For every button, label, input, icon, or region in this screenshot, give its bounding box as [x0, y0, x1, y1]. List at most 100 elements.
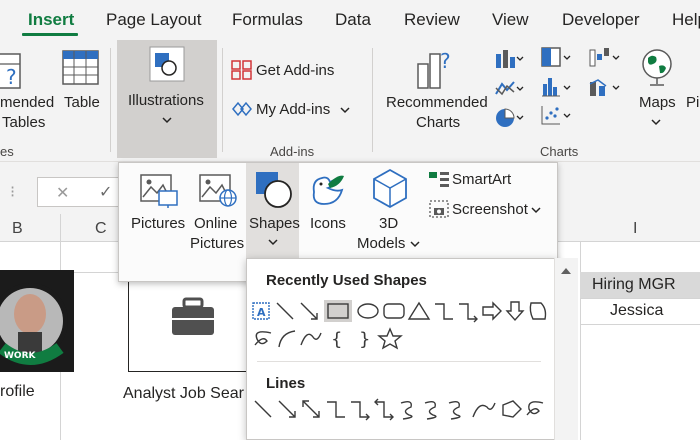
rounded-rectangle-shape-icon[interactable]	[383, 303, 405, 319]
line-shape-icon[interactable]	[276, 302, 294, 320]
column-chart-icon[interactable]	[494, 48, 524, 70]
recommended-charts-icon[interactable]: ?	[414, 46, 456, 90]
gallery-scrollbar[interactable]	[554, 258, 578, 440]
curve-shape-icon[interactable]	[300, 332, 322, 346]
online-pictures-label-1[interactable]: Online	[194, 215, 237, 232]
profile-label: rofile	[0, 383, 35, 400]
curved-double-arrow-connector-shape-icon[interactable]	[448, 400, 461, 420]
tables-group-label: es	[0, 144, 14, 159]
shapes-icon	[256, 172, 292, 208]
arc-shape-icon[interactable]	[278, 330, 296, 348]
icons-button[interactable]: Icons	[310, 215, 346, 232]
pictures-button[interactable]: Pictures	[131, 215, 185, 232]
arrow-shape-icon[interactable]	[300, 302, 318, 320]
scroll-up-arrow-icon[interactable]	[560, 266, 572, 276]
column-header-i[interactable]: I	[633, 220, 637, 238]
left-brace-shape-icon[interactable]: {	[331, 329, 342, 350]
freeform-scribble-shape-icon[interactable]	[254, 331, 272, 346]
pie-chart-icon[interactable]	[494, 106, 524, 130]
row-gridline	[580, 324, 700, 325]
screenshot-icon[interactable]	[428, 199, 450, 219]
recommended-charts-label-1[interactable]: Recommended	[386, 94, 488, 111]
right-arrow-shape-icon[interactable]	[482, 301, 502, 321]
my-addins-button[interactable]: My Add-ins	[256, 101, 330, 118]
elbow-double-arrow-connector-shape-icon[interactable]	[374, 398, 394, 421]
table-icon[interactable]	[62, 50, 100, 86]
row-gridline	[580, 298, 700, 299]
column-header-c[interactable]: C	[95, 220, 107, 238]
cancel-icon[interactable]: ✕	[56, 183, 69, 203]
group-separator	[372, 48, 373, 152]
oval-shape-icon[interactable]	[357, 303, 379, 319]
smartart-button[interactable]: SmartArt	[452, 171, 511, 188]
chevron-down-icon[interactable]	[651, 118, 661, 126]
illustrations-button[interactable]: Illustrations	[117, 40, 217, 158]
online-pictures-icon[interactable]	[198, 173, 238, 209]
screenshot-button[interactable]: Screenshot	[452, 201, 528, 218]
tab-data[interactable]: Data	[335, 10, 371, 30]
maps-label[interactable]: Maps	[639, 94, 676, 111]
elbow-arrow-connector-shape-icon[interactable]	[351, 401, 370, 421]
smartart-icon[interactable]	[428, 170, 450, 188]
ribbon: ? mended Tables Table es Illustrations G…	[0, 40, 700, 162]
get-addins-button[interactable]: Get Add-ins	[256, 62, 334, 79]
flowchart-shape-icon[interactable]	[529, 302, 547, 320]
3d-models-label-2[interactable]: Models	[357, 235, 405, 252]
svg-text:A: A	[257, 306, 266, 319]
chevron-down-icon	[162, 117, 172, 124]
text-box-shape-icon[interactable]: A	[252, 302, 270, 320]
down-arrow-shape-icon[interactable]	[505, 301, 525, 322]
chevron-down-icon[interactable]	[531, 206, 541, 214]
enter-icon[interactable]: ✓	[99, 182, 112, 202]
tab-formulas[interactable]: Formulas	[232, 10, 303, 30]
column-header-b[interactable]: B	[12, 220, 23, 238]
recommended-charts-label-2[interactable]: Charts	[416, 114, 460, 131]
my-addins-icon[interactable]	[231, 99, 253, 119]
right-brace-shape-icon[interactable]: }	[359, 329, 370, 350]
line-chart-icon[interactable]	[494, 78, 524, 100]
profile-photo[interactable]: WORK	[0, 270, 74, 372]
elbow-arrow-connector-shape-icon[interactable]	[459, 303, 478, 323]
get-addins-icon[interactable]	[231, 60, 253, 80]
maps-icon[interactable]	[640, 48, 674, 88]
freeform-shape-icon[interactable]	[502, 400, 522, 418]
tab-insert[interactable]: Insert	[28, 10, 74, 30]
statistic-chart-icon[interactable]	[540, 76, 572, 100]
elbow-connector-shape-icon[interactable]	[435, 303, 453, 320]
table-button-label[interactable]: Table	[64, 94, 100, 111]
waterfall-chart-icon[interactable]	[588, 46, 622, 70]
line-shape-icon[interactable]	[254, 400, 272, 418]
chevron-down-icon[interactable]	[410, 240, 420, 248]
recommended-pivottables-icon[interactable]: ?	[0, 50, 24, 96]
tab-page-layout[interactable]: Page Layout	[106, 10, 201, 30]
tab-help[interactable]: Help	[672, 10, 700, 30]
combo-chart-icon[interactable]	[588, 76, 622, 100]
pictures-icon[interactable]	[139, 173, 179, 209]
ribbon-tab-bar: Insert Page Layout Formulas Data Review …	[0, 0, 700, 40]
more-options-icon[interactable]: ⁝	[10, 182, 15, 202]
elbow-connector-shape-icon[interactable]	[327, 401, 345, 418]
icons-icon[interactable]	[308, 170, 348, 210]
3d-models-label-1[interactable]: 3D	[379, 215, 398, 232]
double-arrow-line-shape-icon[interactable]	[302, 400, 320, 418]
3d-models-icon[interactable]	[370, 168, 410, 210]
curved-connector-shape-icon[interactable]	[400, 400, 413, 420]
arrow-line-shape-icon[interactable]	[278, 400, 296, 418]
scatter-chart-icon[interactable]	[540, 104, 572, 128]
group-separator	[110, 48, 111, 152]
tab-view[interactable]: View	[492, 10, 529, 30]
star-shape-icon[interactable]	[377, 327, 403, 350]
tab-developer[interactable]: Developer	[562, 10, 640, 30]
online-pictures-label-2[interactable]: Pictures	[190, 235, 244, 252]
triangle-shape-icon[interactable]	[407, 301, 431, 320]
charts-group-label: Charts	[540, 144, 579, 159]
hierarchy-chart-icon[interactable]	[540, 46, 572, 70]
curve-shape-icon[interactable]	[472, 402, 496, 418]
group-separator	[222, 48, 223, 152]
scribble-shape-icon[interactable]	[526, 401, 544, 416]
chevron-down-icon[interactable]	[340, 106, 350, 114]
tab-review[interactable]: Review	[404, 10, 460, 30]
curved-arrow-connector-shape-icon[interactable]	[424, 400, 437, 420]
pivotchart-label[interactable]: Pi	[686, 94, 699, 111]
badge-text: WORK	[4, 351, 37, 361]
